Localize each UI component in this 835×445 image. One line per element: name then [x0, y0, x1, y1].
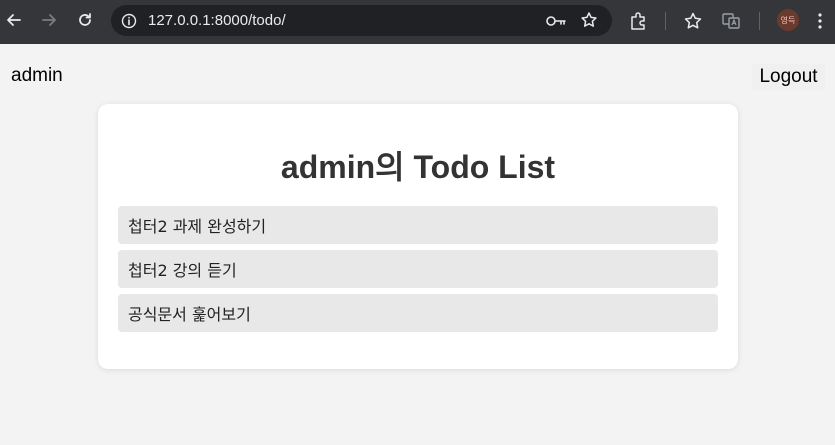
site-info-icon[interactable]: [121, 13, 137, 29]
logout-button[interactable]: Logout: [752, 64, 825, 90]
toolbar-divider: [759, 12, 760, 30]
todo-list: 첩터2 과제 완성하기 첩터2 강의 듣기 공식문서 훑어보기: [118, 206, 718, 338]
bookmark-star-icon[interactable]: [580, 11, 598, 29]
reload-icon[interactable]: [75, 10, 95, 30]
todo-card: admin의 Todo List 첩터2 과제 완성하기 첩터2 강의 듣기 공…: [98, 104, 738, 369]
username-label: admin: [11, 65, 63, 86]
toolbar-divider: [665, 12, 666, 30]
todo-item[interactable]: 첩터2 강의 듣기: [118, 250, 718, 288]
forward-arrow-icon[interactable]: [39, 10, 59, 30]
todo-item[interactable]: 첩터2 과제 완성하기: [118, 206, 718, 244]
address-bar[interactable]: 127.0.0.1:8000/todo/: [111, 5, 612, 36]
back-arrow-icon[interactable]: [4, 10, 24, 30]
page-content: admin Logout admin의 Todo List 첩터2 과제 완성하…: [0, 44, 835, 445]
url-text: 127.0.0.1:8000/todo/: [148, 12, 286, 29]
menu-kebab-icon[interactable]: [817, 11, 823, 31]
todo-item[interactable]: 공식문서 훑어보기: [118, 294, 718, 332]
browser-toolbar: 127.0.0.1:8000/todo/ 영득: [0, 0, 835, 44]
translate-icon[interactable]: [721, 11, 741, 31]
key-icon[interactable]: [545, 13, 567, 29]
profile-avatar[interactable]: 영득: [777, 9, 799, 31]
extensions-icon[interactable]: [628, 11, 648, 31]
reading-list-star-icon[interactable]: [683, 11, 703, 31]
page-title: admin의 Todo List: [280, 149, 556, 185]
